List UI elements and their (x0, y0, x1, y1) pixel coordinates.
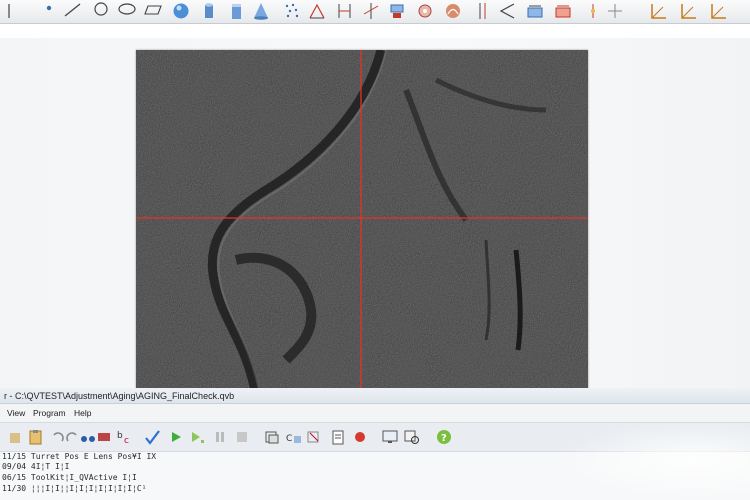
parallel-icon[interactable] (474, 2, 492, 20)
measurement-toolbar (0, 0, 750, 24)
angle-icon[interactable] (308, 2, 326, 20)
align-icon[interactable] (584, 2, 602, 20)
code-line[interactable]: 09/04 4I¦T I¦I (2, 462, 69, 471)
camera-view[interactable] (136, 50, 588, 396)
binoculars-icon[interactable] (80, 429, 96, 445)
code-line[interactable]: 11/15 Turret Pos E Lens Pos¥I IX (2, 452, 156, 461)
menu-view[interactable]: View (7, 408, 25, 418)
line-icon[interactable] (64, 2, 82, 20)
program-window: r - C:\QVTEST\Adjustment\Aging\AGING_Fin… (0, 388, 750, 500)
point-cloud-icon[interactable] (284, 2, 302, 20)
toolbar-gap (0, 24, 750, 38)
program-code-list[interactable]: 11/15 Turret Pos E Lens Pos¥I IX 09/04 4… (0, 452, 750, 500)
profile-icon[interactable] (416, 2, 434, 20)
menu-help[interactable]: Help (74, 408, 91, 418)
redo-icon[interactable] (64, 429, 80, 445)
move-icon[interactable] (606, 2, 624, 20)
sphere-icon[interactable] (172, 2, 190, 20)
intersection-icon[interactable] (362, 2, 380, 20)
measure-icon[interactable] (526, 2, 544, 20)
cylinder-icon[interactable] (200, 2, 218, 20)
check-icon[interactable] (144, 429, 160, 445)
find-icon[interactable] (96, 429, 112, 445)
pause-icon[interactable] (212, 429, 228, 445)
step-run-icon[interactable] (190, 429, 206, 445)
distance-icon[interactable] (336, 2, 354, 20)
svg-text:C: C (286, 434, 292, 444)
svg-text:b: b (117, 431, 123, 441)
zoom-icon[interactable] (404, 429, 420, 445)
symmetry-icon[interactable] (498, 2, 516, 20)
axis-icon[interactable] (710, 2, 728, 20)
window-title: r - C:\QVTEST\Adjustment\Aging\AGING_Fin… (0, 388, 750, 404)
copy-code-icon[interactable]: C (286, 429, 302, 445)
circle-icon[interactable] (92, 2, 110, 20)
record-icon[interactable] (352, 429, 368, 445)
run-icon[interactable] (168, 429, 184, 445)
program-toolbar: bc C ? (0, 422, 750, 452)
menu-program[interactable]: Program (33, 408, 66, 418)
tool-icon[interactable] (8, 429, 24, 445)
box-icon[interactable] (228, 2, 246, 20)
tolerance-icon[interactable] (554, 2, 572, 20)
surface-icon[interactable] (444, 2, 462, 20)
point-icon[interactable] (40, 2, 58, 20)
paste-icon[interactable] (28, 429, 44, 445)
origin-icon[interactable] (680, 2, 698, 20)
camera-image (136, 50, 588, 396)
edit-icon[interactable] (330, 429, 346, 445)
svg-text:?: ? (441, 433, 447, 444)
monitor-icon[interactable] (382, 429, 398, 445)
separator-icon (8, 4, 10, 18)
bc-icon[interactable]: bc (116, 429, 132, 445)
code-line[interactable]: 11/30 ¦¦¦I¦I¦¦I¦I¦I¦I¦I¦I¦I¦C¹ (2, 484, 147, 493)
help-icon[interactable]: ? (436, 429, 452, 445)
cut-icon[interactable] (306, 429, 322, 445)
ellipse-icon[interactable] (118, 2, 136, 20)
stop-icon[interactable] (234, 429, 250, 445)
menu-bar: View Program Help (0, 406, 750, 420)
cone-icon[interactable] (252, 2, 270, 20)
svg-text:c: c (124, 436, 129, 445)
construct-icon[interactable] (388, 2, 406, 20)
coordinate-icon[interactable] (650, 2, 668, 20)
plane-icon[interactable] (144, 2, 162, 20)
insert-icon[interactable] (264, 429, 280, 445)
code-line[interactable]: 06/15 ToolKit¦I_QVActive I¦I (2, 473, 137, 482)
